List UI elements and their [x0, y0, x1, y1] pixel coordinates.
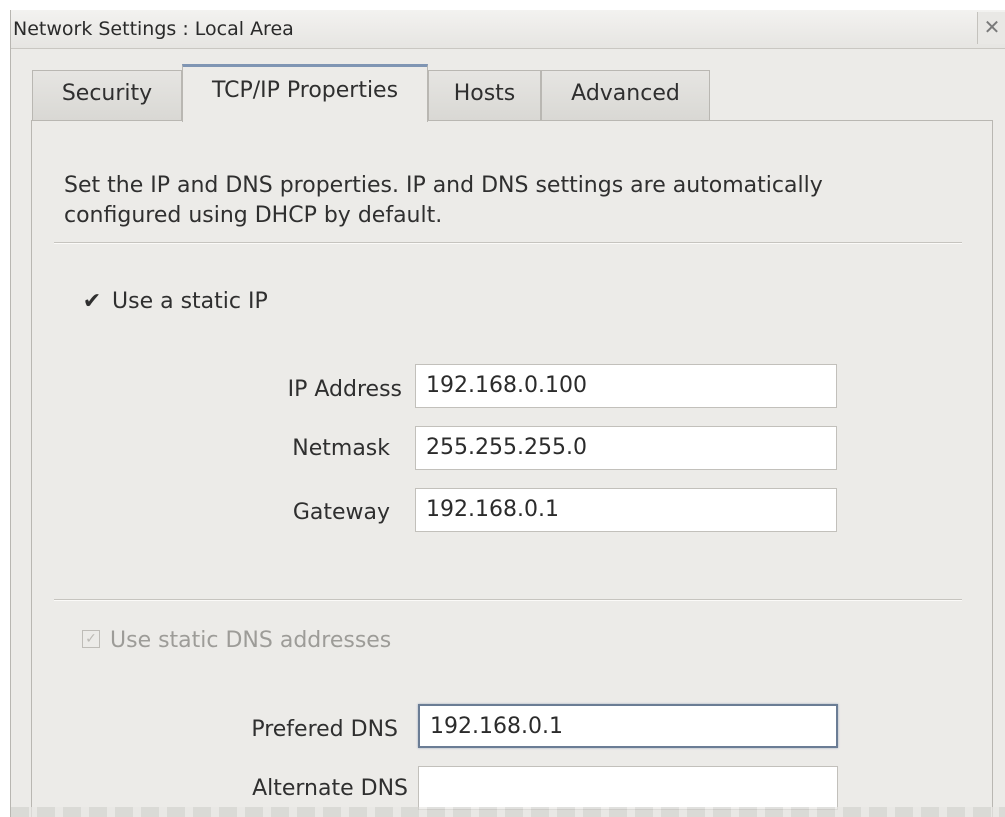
- tab-label: Security: [61, 81, 153, 106]
- tab-security[interactable]: Security: [32, 70, 182, 120]
- tcpip-properties-panel: Set the IP and DNS properties. IP and DN…: [31, 120, 993, 817]
- checkmark-icon: ✔: [82, 289, 102, 314]
- tab-advanced[interactable]: Advanced: [541, 70, 710, 120]
- separator: [54, 242, 962, 244]
- netmask-label: Netmask: [292, 436, 390, 461]
- cropped-bottom-edge: [11, 807, 1005, 817]
- panel-description: Set the IP and DNS properties. IP and DN…: [64, 173, 823, 227]
- gateway-field[interactable]: 192.168.0.1: [415, 488, 837, 532]
- tab-label: Advanced: [571, 81, 680, 106]
- netmask-field[interactable]: 255.255.255.0: [415, 426, 837, 470]
- ip-address-label: IP Address: [287, 377, 402, 402]
- close-button[interactable]: ✕: [977, 12, 1005, 44]
- gateway-label: Gateway: [292, 500, 390, 525]
- preferred-dns-label: Prefered DNS: [251, 717, 398, 742]
- tab-label: Hosts: [453, 81, 516, 106]
- separator: [54, 599, 962, 601]
- close-icon: ✕: [983, 15, 1001, 39]
- tab-hosts[interactable]: Hosts: [428, 70, 541, 120]
- ip-address-field[interactable]: 192.168.0.100: [415, 364, 837, 408]
- static-dns-checkbox[interactable]: ✓ Use static DNS addresses: [82, 628, 391, 653]
- alternate-dns-field[interactable]: [418, 766, 838, 810]
- tab-tcpip-properties[interactable]: TCP/IP Properties: [182, 64, 428, 122]
- title-bar[interactable]: Network Settings : Local Area ✕: [11, 10, 1005, 49]
- tab-label: TCP/IP Properties: [211, 78, 399, 103]
- static-ip-checkbox[interactable]: ✔ Use a static IP: [82, 289, 268, 314]
- static-dns-label: Use static DNS addresses: [110, 628, 392, 653]
- network-settings-window: Network Settings : Local Area ✕ Security…: [10, 10, 1005, 817]
- window-title: Network Settings : Local Area: [13, 18, 294, 40]
- static-ip-label: Use a static IP: [112, 289, 268, 314]
- preferred-dns-field[interactable]: 192.168.0.1: [418, 704, 838, 748]
- alternate-dns-label: Alternate DNS: [252, 776, 408, 801]
- disabled-checkbox-icon: ✓: [82, 630, 100, 648]
